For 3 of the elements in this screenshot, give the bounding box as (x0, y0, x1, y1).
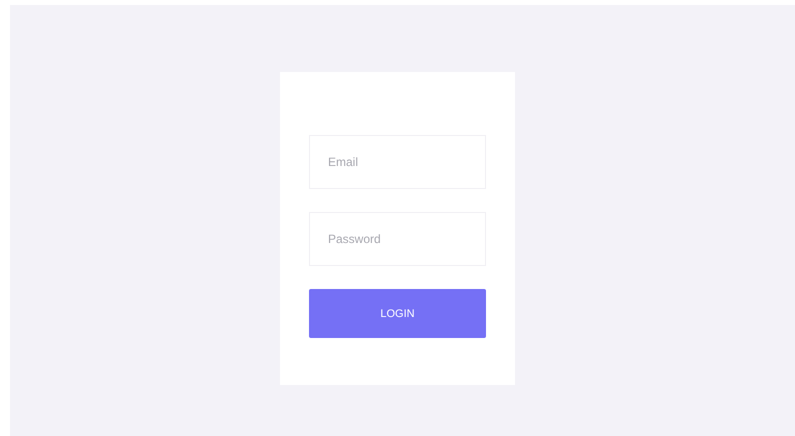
email-field[interactable]: Email (309, 135, 486, 189)
password-field[interactable]: Password (309, 212, 486, 266)
login-button[interactable]: LOGIN (309, 289, 486, 338)
